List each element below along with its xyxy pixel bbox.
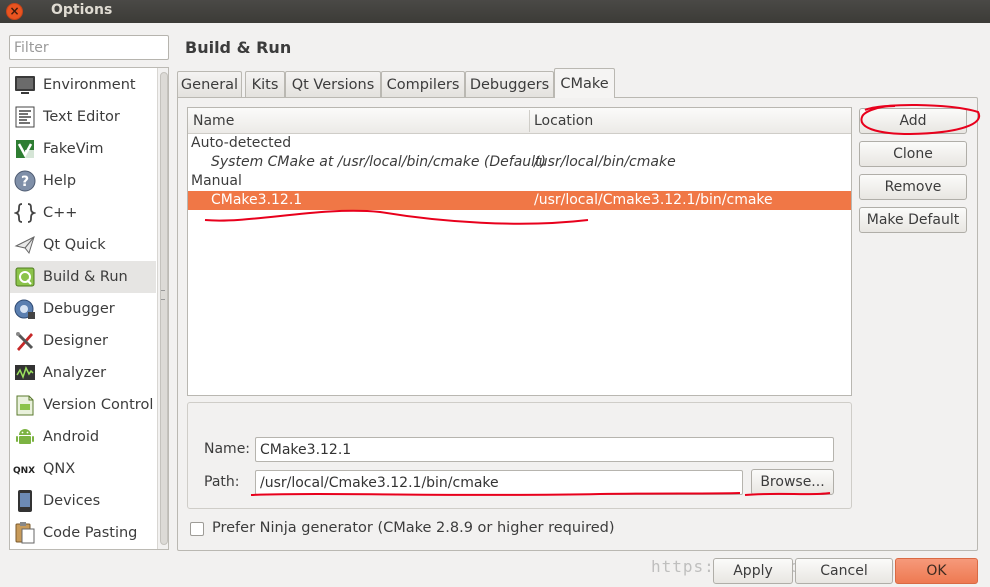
filter-input[interactable] (9, 35, 169, 60)
sidebar-item-android[interactable]: Android (10, 421, 156, 453)
tab-general[interactable]: General (177, 71, 242, 98)
row-name: System CMake at /usr/local/bin/cmake (De… (211, 154, 547, 170)
svg-text:QNX: QNX (13, 466, 35, 476)
sidebar-item-code-pasting[interactable]: Code Pasting (10, 517, 156, 549)
cmake-tree: Name Location Auto-detected System CMake… (187, 107, 852, 396)
row-location: /usr/local/Cmake3.12.1/bin/cmake (534, 192, 773, 208)
row-location: /usr/local/bin/cmake (534, 154, 676, 170)
clone-button[interactable]: Clone (859, 141, 967, 167)
sidebar-item-debugger[interactable]: Debugger (10, 293, 156, 325)
table-row-selected[interactable]: CMake3.12.1 /usr/local/Cmake3.12.1/bin/c… (188, 191, 851, 210)
sidebar-item-label: Android (43, 429, 100, 445)
column-header-location[interactable]: Location (534, 108, 593, 134)
sidebar-item-label: Code Pasting (43, 525, 138, 541)
ninja-checkbox-label[interactable]: Prefer Ninja generator (CMake 2.8.9 or h… (212, 520, 615, 536)
analyzer-icon (13, 361, 37, 385)
sidebar-item-label: Version Control (43, 397, 154, 413)
braces-icon (13, 201, 37, 225)
sidebar-item-label: FakeVim (43, 141, 104, 157)
tree-header: Name Location (188, 108, 851, 134)
sidebar-item-label: Devices (43, 493, 101, 509)
sidebar-item-cpp[interactable]: C++ (10, 197, 156, 229)
details-group: Name: Path: Browse... (187, 402, 852, 509)
path-label: Path: (204, 474, 240, 490)
title-bar: × Options (0, 0, 990, 23)
window-title: Options (51, 2, 113, 18)
build-run-icon (13, 265, 37, 289)
name-input[interactable] (255, 437, 834, 462)
android-icon (13, 425, 37, 449)
page-title: Build & Run (185, 38, 292, 57)
column-header-name[interactable]: Name (193, 108, 234, 134)
row-name: CMake3.12.1 (211, 192, 303, 208)
paper-plane-icon (13, 233, 37, 257)
svg-text:?: ? (21, 174, 29, 190)
fakevim-icon (13, 137, 37, 161)
sidebar-item-label: QNX (43, 461, 76, 477)
add-button[interactable]: Add (859, 108, 967, 134)
monitor-icon (13, 73, 37, 97)
column-separator (529, 110, 530, 132)
clipboard-icon (13, 521, 37, 545)
sidebar-item-label: Qt Quick (43, 237, 106, 253)
sidebar-item-build-run[interactable]: Build & Run (10, 261, 156, 293)
qnx-icon: QNX (13, 457, 37, 481)
sidebar-item-label: Analyzer (43, 365, 107, 381)
sidebar-item-qnx[interactable]: QNX QNX (10, 453, 156, 485)
sidebar-item-label: Build & Run (43, 269, 128, 285)
sidebar-item-label: Text Editor (43, 109, 120, 125)
tab-debuggers[interactable]: Debuggers (465, 71, 554, 98)
sidebar-item-label: Help (43, 173, 77, 189)
browse-button[interactable]: Browse... (751, 469, 834, 495)
ninja-checkbox[interactable] (190, 522, 204, 536)
devices-icon (13, 489, 37, 513)
sidebar-item-label: Debugger (43, 301, 115, 317)
tab-qt-versions[interactable]: Qt Versions (285, 71, 381, 98)
sidebar-item-label: C++ (43, 205, 78, 221)
name-label: Name: (204, 441, 251, 457)
designer-icon (13, 329, 37, 353)
version-control-icon (13, 393, 37, 417)
debugger-icon (13, 297, 37, 321)
text-editor-icon (13, 105, 37, 129)
path-input[interactable] (255, 470, 743, 495)
tab-compilers[interactable]: Compilers (381, 71, 465, 98)
sidebar-item-qt-quick[interactable]: Qt Quick (10, 229, 156, 261)
group-label: Auto-detected (191, 135, 292, 151)
sidebar-item-analyzer[interactable]: Analyzer (10, 357, 156, 389)
sidebar-item-version-control[interactable]: Version Control (10, 389, 156, 421)
scrollbar-thumb[interactable] (160, 72, 168, 545)
sidebar-item-text-editor[interactable]: Text Editor (10, 101, 156, 133)
grip-icon (161, 290, 165, 300)
tab-cmake[interactable]: CMake (554, 68, 615, 98)
ok-button[interactable]: OK (895, 558, 978, 584)
help-icon: ? (13, 169, 37, 193)
table-row[interactable]: System CMake at /usr/local/bin/cmake (De… (188, 153, 851, 172)
sidebar-item-environment[interactable]: Environment (10, 69, 156, 101)
sidebar-item-designer[interactable]: Designer (10, 325, 156, 357)
sidebar-item-label: Environment (43, 77, 136, 93)
sidebar-item-label: Designer (43, 333, 108, 349)
sidebar-item-help[interactable]: ? Help (10, 165, 156, 197)
tree-group-manual[interactable]: Manual (188, 172, 851, 191)
group-label: Manual (191, 173, 242, 189)
tab-kits[interactable]: Kits (245, 71, 285, 98)
remove-button[interactable]: Remove (859, 174, 967, 200)
apply-button[interactable]: Apply (713, 558, 793, 584)
sidebar-item-devices[interactable]: Devices (10, 485, 156, 517)
sidebar-item-fakevim[interactable]: FakeVim (10, 133, 156, 165)
tree-group-auto-detected[interactable]: Auto-detected (188, 134, 851, 153)
close-icon[interactable]: × (6, 3, 23, 20)
sidebar-scrollbar[interactable] (157, 68, 168, 549)
options-sidebar: Environment Text Editor FakeVim ? Help C… (9, 67, 169, 550)
cancel-button[interactable]: Cancel (795, 558, 893, 584)
make-default-button[interactable]: Make Default (859, 207, 967, 233)
